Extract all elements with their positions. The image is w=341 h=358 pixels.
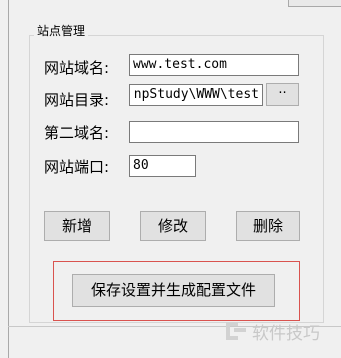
watermark-logo-icon [226,320,248,342]
window-left-edge [0,0,9,358]
add-button[interactable]: 新增 [44,211,110,241]
second-domain-input[interactable] [129,121,299,143]
browse-directory-button[interactable]: ·· [266,83,299,106]
directory-input[interactable]: npStudy\WWW\test [129,84,263,106]
second-domain-label: 第二域名: [44,124,110,142]
window-bottom-line [8,326,341,327]
window-top-right-edge [288,0,341,7]
port-label: 网站端口: [44,158,110,176]
port-input[interactable]: 80 [129,155,196,177]
domain-label: 网站域名: [44,59,110,77]
directory-label: 网站目录: [44,91,110,109]
domain-input[interactable]: www.test.com [129,54,299,76]
delete-button[interactable]: 删除 [236,211,300,241]
group-title: 站点管理 [34,24,89,38]
modify-button[interactable]: 修改 [140,211,206,241]
directory-value: npStudy\WWW\test [133,87,259,102]
save-config-button[interactable]: 保存设置并生成配置文件 [72,274,275,307]
